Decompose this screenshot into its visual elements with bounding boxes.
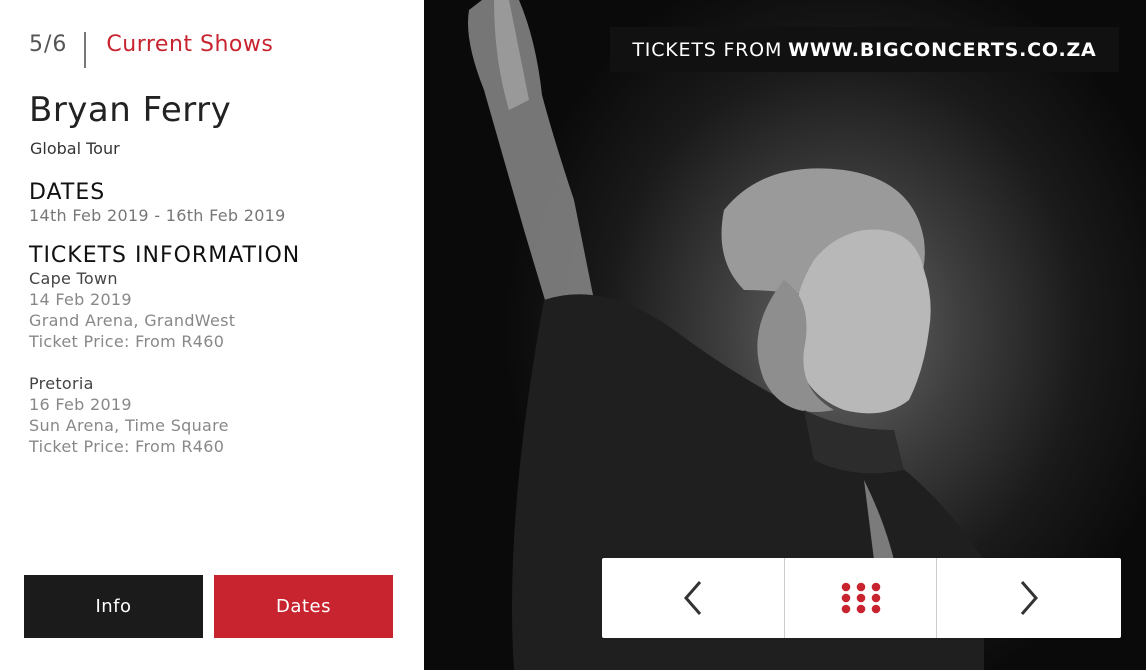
venue-city: Cape Town <box>29 269 118 288</box>
show-subtitle: Global Tour <box>30 139 120 158</box>
banner-url: WWW.BIGCONCERTS.CO.ZA <box>788 38 1097 61</box>
venue-date: 14 Feb 2019 <box>29 290 132 309</box>
header-divider <box>84 32 87 68</box>
info-tab-button[interactable]: Info <box>24 575 203 638</box>
chevron-right-icon <box>1020 581 1038 615</box>
dates-heading: DATES <box>29 180 106 205</box>
venue-price: Ticket Price: From R460 <box>29 332 225 351</box>
grid-dots-icon <box>841 582 880 614</box>
venue-block: Pretoria 16 Feb 2019 Sun Arena, Time Squ… <box>29 373 229 457</box>
chevron-left-icon <box>684 581 702 615</box>
previous-button[interactable] <box>602 558 785 638</box>
grid-view-button[interactable] <box>785 558 937 638</box>
dates-range: 14th Feb 2019 - 16th Feb 2019 <box>29 206 286 225</box>
slide-counter: 5/6 <box>29 32 68 57</box>
banner-prefix: TICKETS FROM <box>632 38 783 61</box>
venue-name: Grand Arena, GrandWest <box>29 311 236 330</box>
venue-date: 16 Feb 2019 <box>29 395 132 414</box>
slide-navigation <box>602 558 1121 638</box>
section-title: Current Shows <box>106 32 274 57</box>
venue-name: Sun Arena, Time Square <box>29 416 229 435</box>
next-button[interactable] <box>937 558 1121 638</box>
venue-city: Pretoria <box>29 374 94 393</box>
venue-price: Ticket Price: From R460 <box>29 437 225 456</box>
show-info-panel: 5/6 Current Shows Bryan Ferry Global Tou… <box>0 0 424 670</box>
tickets-banner: TICKETS FROM WWW.BIGCONCERTS.CO.ZA <box>610 27 1119 72</box>
show-title: Bryan Ferry <box>29 90 232 130</box>
header-row: 5/6 Current Shows <box>29 30 273 68</box>
dates-tab-button[interactable]: Dates <box>214 575 393 638</box>
venue-block: Cape Town 14 Feb 2019 Grand Arena, Grand… <box>29 268 235 352</box>
tickets-heading: TICKETS INFORMATION <box>29 243 301 268</box>
